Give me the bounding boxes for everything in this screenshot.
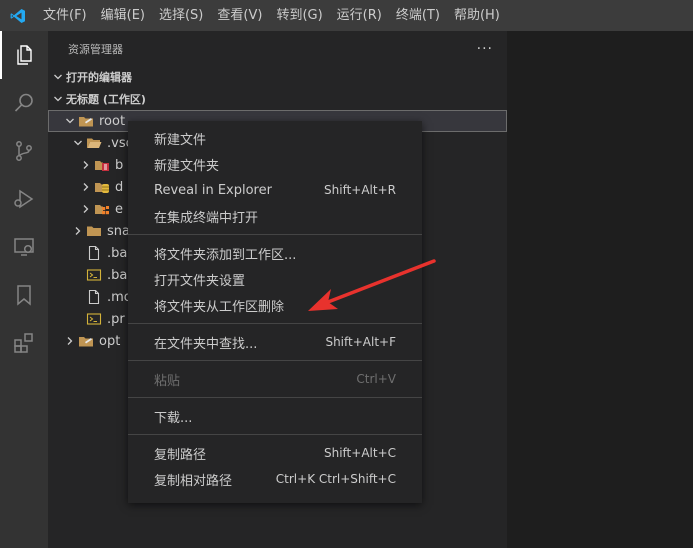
bookmark-icon[interactable] [0, 271, 48, 319]
context-menu: 新建文件新建文件夹 Reveal in Explorer Shift+Alt+R 在集… [128, 121, 422, 503]
menu-separator [128, 434, 422, 435]
context-menu-item[interactable]: 复制路径 Shift+Alt+C [128, 440, 422, 466]
context-menu-item-label: 新建文件夹 [154, 158, 220, 174]
context-menu-item[interactable]: 新建文件 [128, 125, 422, 151]
context-menu-shortcut: Ctrl+V [356, 372, 396, 386]
chevron-right-icon [62, 333, 78, 349]
menu-separator [128, 360, 422, 361]
sidebar-header: 资源管理器 ··· [48, 31, 507, 66]
open-editors-label: 打开的编辑器 [66, 71, 132, 84]
activity-bar [0, 31, 48, 548]
explorer-files-icon[interactable] [0, 31, 48, 79]
tree-item-label: .ba [107, 267, 128, 283]
context-menu-item[interactable]: 在集成终端中打开 [128, 203, 422, 229]
chevron-down-icon [62, 113, 78, 129]
chevron-right-icon [70, 223, 86, 239]
context-menu-item: 粘贴 Ctrl+V [128, 366, 422, 392]
tree-item-label: d [115, 179, 124, 195]
more-actions-icon[interactable]: ··· [477, 41, 493, 57]
context-menu-item-label: 复制路径 [154, 447, 207, 463]
menu-item[interactable]: 帮助(H) [447, 0, 507, 31]
context-menu-item[interactable]: 在文件夹中查找... Shift+Alt+F [128, 329, 422, 355]
context-menu-shortcut: Shift+Alt+C [323, 446, 396, 460]
menu-item[interactable]: 查看(V) [210, 0, 269, 31]
ext-orange-icon [94, 201, 110, 217]
menu-item[interactable]: 终端(T) [389, 0, 447, 31]
menu-separator [128, 397, 422, 398]
menu-item[interactable]: 转到(G) [269, 0, 329, 31]
context-menu-item-label: 将文件夹添加到工作区... [154, 247, 297, 263]
menu-item[interactable]: 选择(S) [152, 0, 210, 31]
tree-item-label: .pr [107, 311, 125, 327]
box-red-icon [94, 157, 110, 173]
terminal-file-icon [86, 311, 102, 327]
context-menu-item[interactable]: Reveal in Explorer Shift+Alt+R [128, 177, 422, 203]
menu-separator [128, 234, 422, 235]
editor-area [507, 31, 693, 548]
folder-icon [86, 223, 102, 239]
search-icon[interactable] [0, 79, 48, 127]
context-menu-item[interactable]: 复制相对路径 Ctrl+K Ctrl+Shift+C [128, 466, 422, 492]
sidebar-title: 资源管理器 [68, 42, 123, 56]
tree-item-label: .ba [107, 245, 128, 261]
db-yellow-icon [94, 179, 110, 195]
menu-item[interactable]: 编辑(E) [94, 0, 152, 31]
chevron-right-icon [78, 201, 94, 217]
source-control-icon[interactable] [0, 127, 48, 175]
context-menu-item-label: 在文件夹中查找... [154, 336, 258, 352]
tree-item-label: b [115, 157, 124, 173]
extensions-icon[interactable] [0, 319, 48, 367]
vscode-logo-icon [0, 0, 36, 31]
remote-explorer-icon[interactable] [0, 223, 48, 271]
context-menu-item-label: Reveal in Explorer [154, 182, 272, 198]
context-menu-shortcut: Shift+Alt+F [325, 335, 396, 349]
context-menu-item-label: 将文件夹从工作区删除 [154, 299, 285, 315]
chevron-down-icon [70, 135, 86, 151]
file-icon [86, 245, 102, 261]
tree-item-label: opt [99, 333, 121, 349]
menu-item[interactable]: 文件(F) [36, 0, 94, 31]
vscode-window: 文件(F) 编辑(E) 选择(S) 查看(V) 转到(G) 运行(R) 终端(T) 帮助(H) [0, 0, 693, 548]
root-folder-icon [78, 333, 94, 349]
workspace-section[interactable]: 无标题 (工作区) [48, 88, 507, 110]
context-menu-item[interactable]: 新建文件夹 [128, 151, 422, 177]
chevron-down-icon [50, 91, 66, 107]
context-menu-item[interactable]: 打开文件夹设置 [128, 266, 422, 292]
menubar: 文件(F) 编辑(E) 选择(S) 查看(V) 转到(G) 运行(R) 终端(T) 帮助(H) [0, 0, 693, 31]
context-menu-item[interactable]: 将文件夹添加到工作区... [128, 240, 422, 266]
tree-item-label: e [115, 201, 123, 217]
workspace-label: 无标题 (工作区) [66, 93, 146, 106]
context-menu-shortcut: Shift+Alt+R [324, 183, 396, 197]
context-menu-item[interactable]: 下载... [128, 403, 422, 429]
context-menu-item-label: 在集成终端中打开 [154, 210, 259, 226]
chevron-right-icon [78, 179, 94, 195]
run-debug-icon[interactable] [0, 175, 48, 223]
context-menu-item-label: 粘贴 [154, 373, 181, 389]
folder-open-icon [86, 135, 102, 151]
terminal-file-icon [86, 267, 102, 283]
tree-item-label: sna [107, 223, 130, 239]
context-menu-shortcut: Ctrl+K Ctrl+Shift+C [275, 472, 396, 486]
menu-separator [128, 323, 422, 324]
open-editors-section[interactable]: 打开的编辑器 [48, 66, 507, 88]
root-folder-icon [78, 113, 94, 129]
tree-item-label: root [99, 113, 126, 129]
menu-item[interactable]: 运行(R) [330, 0, 389, 31]
chevron-right-icon [78, 157, 94, 173]
context-menu-item[interactable]: 将文件夹从工作区删除 [128, 292, 422, 318]
chevron-down-icon [50, 69, 66, 85]
context-menu-item-label: 打开文件夹设置 [154, 273, 246, 289]
file-icon [86, 289, 102, 305]
context-menu-item-label: 复制相对路径 [154, 473, 233, 489]
context-menu-item-label: 新建文件 [154, 132, 207, 148]
context-menu-item-label: 下载... [154, 410, 193, 426]
